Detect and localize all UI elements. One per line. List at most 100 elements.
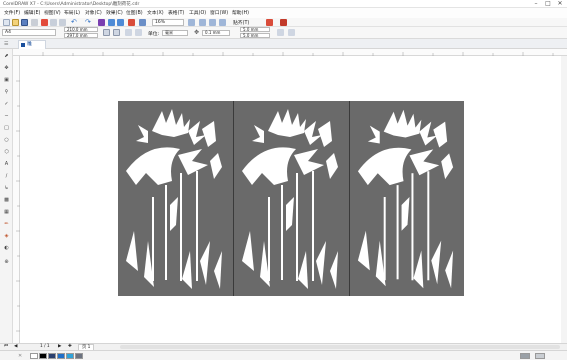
lotus-carving-artwork[interactable] bbox=[118, 101, 464, 296]
menu-text[interactable]: 文本(X) bbox=[147, 9, 164, 16]
units-value: 毫米 bbox=[165, 30, 173, 35]
duplicate-y-field[interactable]: 5.0 mm bbox=[240, 33, 270, 38]
snap-to-menu[interactable]: 贴齐(T) bbox=[233, 19, 249, 26]
connector-tool-icon[interactable]: ↳ bbox=[3, 185, 10, 192]
nudge-distance-value: 0.1 mm bbox=[205, 30, 221, 35]
menu-tools[interactable]: 工具(O) bbox=[189, 9, 206, 16]
show-guidelines-icon[interactable] bbox=[219, 19, 226, 26]
palette-swatch[interactable] bbox=[66, 353, 74, 359]
open-folder-icon[interactable] bbox=[12, 19, 19, 26]
artistic-media-icon[interactable]: ∽ bbox=[3, 113, 10, 120]
import-icon[interactable] bbox=[108, 19, 115, 26]
landscape-icon[interactable] bbox=[113, 29, 120, 36]
redo-icon[interactable]: ↷ bbox=[85, 19, 92, 26]
vertical-ruler[interactable] bbox=[13, 56, 20, 343]
drop-shadow-icon[interactable]: ▩ bbox=[3, 197, 10, 204]
page-options-icon[interactable] bbox=[288, 29, 295, 36]
palette-swatch[interactable] bbox=[57, 353, 65, 359]
zoom-tool-icon[interactable]: ⚲ bbox=[3, 89, 10, 96]
current-page-icon[interactable] bbox=[135, 29, 142, 36]
smart-fill-icon[interactable]: ◐ bbox=[3, 245, 10, 252]
interactive-fill-icon[interactable]: ◈ bbox=[3, 233, 10, 240]
transparency-tool-icon[interactable]: ▦ bbox=[3, 209, 10, 216]
search-content-icon[interactable] bbox=[98, 19, 105, 26]
lotus-panel-1[interactable] bbox=[118, 101, 233, 296]
no-color-icon[interactable]: ✕ bbox=[18, 353, 22, 359]
menu-bitmaps[interactable]: 位图(B) bbox=[126, 9, 143, 16]
nudge-distance-field[interactable]: 0.1 mm bbox=[202, 30, 230, 36]
lotus-panel-2[interactable] bbox=[234, 101, 349, 296]
close-button[interactable]: ✕ bbox=[555, 0, 565, 8]
drawing-canvas[interactable] bbox=[20, 56, 567, 343]
publish-pdf-icon[interactable] bbox=[128, 19, 135, 26]
menu-file[interactable]: 文件(F) bbox=[4, 9, 20, 16]
duplicate-x-field[interactable]: 5.0 mm bbox=[240, 27, 270, 32]
show-rulers-icon[interactable] bbox=[199, 19, 206, 26]
vertical-scrollbar[interactable] bbox=[561, 56, 567, 343]
menu-layout[interactable]: 布局(L) bbox=[64, 9, 80, 16]
shape-tool-icon[interactable]: ✥ bbox=[3, 65, 10, 72]
page-width-field[interactable]: 210.0 mm bbox=[64, 27, 98, 32]
page-size-select[interactable]: A4 bbox=[2, 29, 56, 36]
freehand-tool-icon[interactable]: ✓ bbox=[3, 101, 10, 108]
zoom-level-select[interactable]: 16% bbox=[152, 19, 184, 26]
lotus-graphic-1 bbox=[126, 109, 222, 289]
menu-edit[interactable]: 编辑(E) bbox=[24, 9, 40, 16]
save-icon[interactable] bbox=[21, 19, 28, 26]
palette-swatch[interactable] bbox=[48, 353, 56, 359]
property-bar: A4 210.0 mm 297.0 mm 单位: 毫米 ✥ 0.1 mm 5.0… bbox=[0, 27, 567, 39]
menu-bar: 文件(F) 编辑(E) 视图(V) 布局(L) 对象(C) 效果(C) 位图(B… bbox=[0, 8, 567, 18]
polygon-tool-icon[interactable]: ⬡ bbox=[3, 149, 10, 156]
horizontal-scrollbar[interactable] bbox=[120, 345, 560, 349]
outline-indicator bbox=[535, 353, 545, 359]
export-icon[interactable] bbox=[117, 19, 124, 26]
menu-help[interactable]: 帮助(H) bbox=[232, 9, 249, 16]
add-tool-icon[interactable]: ⊕ bbox=[3, 259, 10, 266]
ruler-ticks-vertical bbox=[16, 80, 20, 332]
document-tab[interactable]: 雕花.cdr bbox=[18, 40, 46, 55]
title-bar: CorelDRAW X7 - C:\Users\Administrator\De… bbox=[0, 0, 567, 8]
page-height-field[interactable]: 297.0 mm bbox=[64, 33, 98, 38]
print-icon[interactable] bbox=[31, 19, 38, 26]
cut-icon[interactable] bbox=[41, 19, 48, 26]
palette-swatch[interactable] bbox=[39, 353, 47, 359]
units-options-icon[interactable] bbox=[277, 29, 284, 36]
palette-swatch[interactable] bbox=[30, 353, 38, 359]
menu-object[interactable]: 对象(C) bbox=[85, 9, 102, 16]
options-icon[interactable] bbox=[266, 19, 273, 26]
portrait-icon[interactable] bbox=[103, 29, 110, 36]
duplicate-x-value: 5.0 mm bbox=[243, 27, 259, 32]
palette-swatch[interactable] bbox=[75, 353, 83, 359]
units-select[interactable]: 毫米 bbox=[162, 30, 188, 36]
minimize-button[interactable]: – bbox=[531, 0, 541, 8]
zoom-level-value: 16% bbox=[155, 20, 166, 25]
nudge-icon: ✥ bbox=[194, 29, 200, 36]
new-document-icon[interactable] bbox=[3, 19, 10, 26]
pick-tool-icon[interactable]: ⬈ bbox=[3, 53, 10, 60]
crop-tool-icon[interactable]: ▣ bbox=[3, 77, 10, 84]
show-grid-icon[interactable] bbox=[209, 19, 216, 26]
paste-icon[interactable] bbox=[59, 19, 66, 26]
tab-menu-icon[interactable]: ☰ bbox=[4, 41, 8, 47]
eyedropper-tool-icon[interactable]: ✏ bbox=[3, 221, 10, 228]
full-screen-icon[interactable] bbox=[188, 19, 195, 26]
ellipse-tool-icon[interactable]: ○ bbox=[3, 137, 10, 144]
toolbox: ⬈ ✥ ▣ ⚲ ✓ ∽ □ ○ ⬡ A ∕ ↳ ▩ ▦ ✏ ◈ ◐ ⊕ bbox=[0, 49, 13, 343]
launcher-icon[interactable] bbox=[139, 19, 146, 26]
menu-view[interactable]: 视图(V) bbox=[44, 9, 61, 16]
maximize-button[interactable]: □ bbox=[543, 0, 553, 8]
menu-effects[interactable]: 效果(C) bbox=[106, 9, 123, 16]
copy-icon[interactable] bbox=[50, 19, 57, 26]
page-width-value: 210.0 mm bbox=[67, 27, 88, 32]
parallel-dimension-icon[interactable]: ∕ bbox=[3, 173, 10, 180]
text-tool-icon[interactable]: A bbox=[3, 161, 10, 168]
standard-toolbar: ↶ ↷ 16% 贴齐(T) bbox=[0, 18, 567, 27]
application-launcher-icon[interactable] bbox=[280, 19, 287, 26]
undo-icon[interactable]: ↶ bbox=[71, 19, 78, 26]
menu-window[interactable]: 窗口(W) bbox=[210, 9, 228, 16]
lotus-panel-3[interactable] bbox=[350, 101, 465, 296]
horizontal-ruler[interactable] bbox=[13, 49, 567, 56]
all-pages-icon[interactable] bbox=[125, 29, 132, 36]
menu-table[interactable]: 表格(T) bbox=[168, 9, 184, 16]
rectangle-tool-icon[interactable]: □ bbox=[3, 125, 10, 132]
